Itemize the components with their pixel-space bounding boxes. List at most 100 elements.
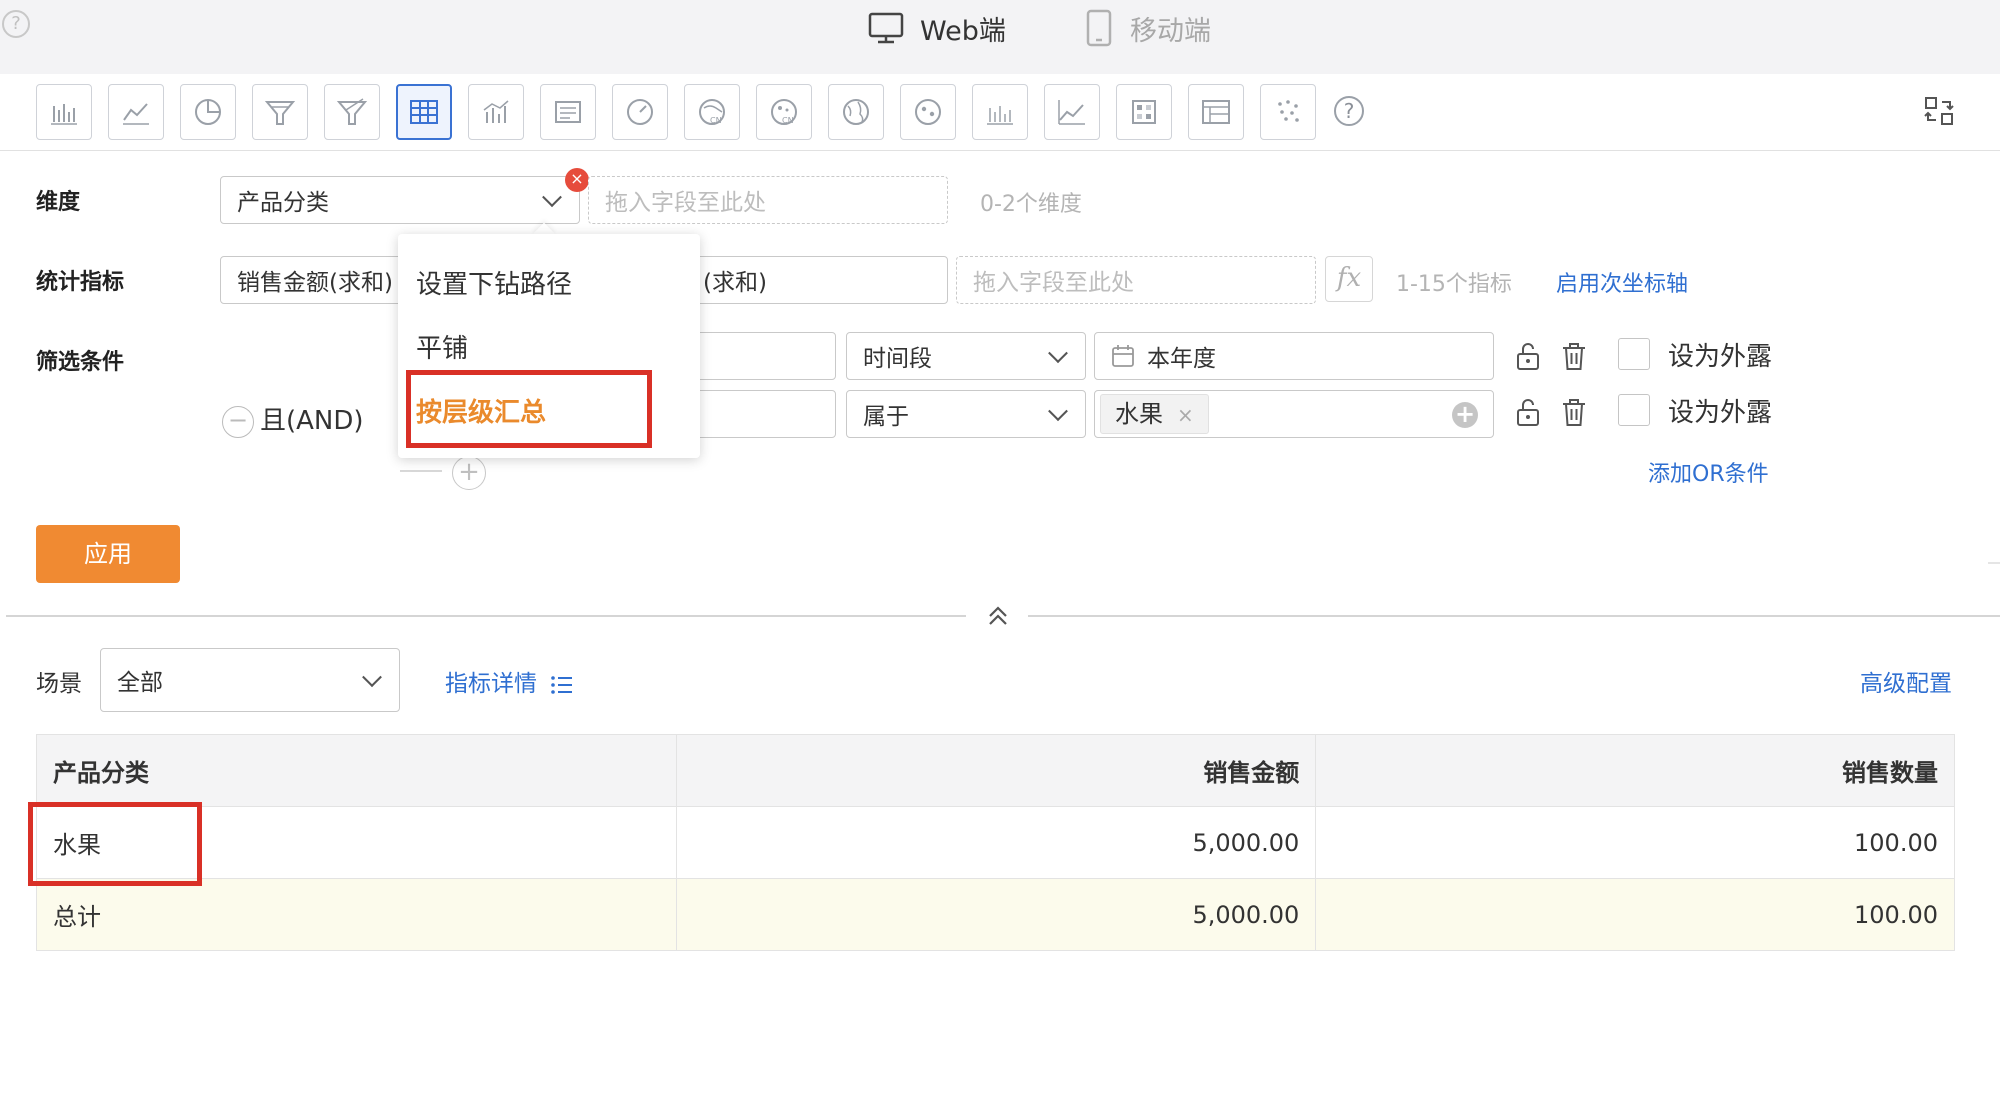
chart-type-button[interactable] [252, 84, 308, 140]
metrics-label: 统计指标 [36, 270, 125, 295]
expose-checkbox-2[interactable] [1618, 394, 1650, 426]
cell-sales-amount: 5,000.00 [675, 806, 1317, 879]
filter-tag-text: 水果 [1115, 400, 1163, 428]
apply-button[interactable]: 应用 [36, 525, 180, 583]
chart-type-button[interactable] [180, 84, 236, 140]
add-value-icon[interactable]: + [1452, 402, 1478, 428]
chart-type-button[interactable]: CN [684, 84, 740, 140]
add-or-condition-link[interactable]: 添加OR条件 [1648, 456, 1769, 488]
chart-type-button[interactable] [108, 84, 164, 140]
table-row: 水果 5,000.00 100.00 [36, 806, 1955, 879]
combo-chart-icon [483, 100, 509, 123]
trash-icon[interactable] [1558, 396, 1590, 428]
menu-item-drill-path[interactable]: 设置下钻路径 [416, 264, 572, 301]
filter-value-1[interactable]: 本年度 [1094, 332, 1494, 380]
data-table: 产品分类 销售金额 销售数量 水果 5,000.00 100.00 总计 5,0… [36, 734, 1955, 951]
dimension-dropdown-menu: 设置下钻路径 平铺 按层级汇总 [398, 234, 700, 458]
chevron-down-icon [1048, 401, 1068, 422]
header-sales-amount[interactable]: 销售金额 [675, 734, 1317, 807]
chart-type-button[interactable] [1260, 84, 1316, 140]
mobile-mode-tab[interactable]: 移动端 [1084, 8, 1211, 48]
total-sales-amount: 5,000.00 [675, 878, 1317, 951]
scene-label: 场景 [36, 671, 82, 697]
chart-type-button[interactable] [1188, 84, 1244, 140]
multi-funnel-chart-icon [336, 98, 368, 125]
chart-type-button[interactable] [468, 84, 524, 140]
indicator-details-link[interactable]: 指标详情 [445, 664, 574, 698]
chart-type-button[interactable] [612, 84, 668, 140]
expose-label-1: 设为外露 [1668, 342, 1773, 372]
remove-group-icon[interactable]: − [222, 406, 254, 438]
chevron-down-icon [362, 667, 382, 688]
chart-type-button[interactable] [900, 84, 956, 140]
header-category[interactable]: 产品分类 [36, 734, 677, 807]
logic-label: 且(AND) [260, 406, 364, 436]
funnel-chart-icon [264, 101, 296, 125]
mobile-icon [1086, 9, 1112, 47]
metric-second-value: (求和) [703, 270, 767, 296]
filter-value-text: 本年度 [1147, 346, 1216, 372]
advanced-config-link[interactable]: 高级配置 [1860, 664, 1952, 698]
metric-value: 销售金额(求和) [237, 270, 393, 296]
chart-type-button[interactable]: CN [756, 84, 812, 140]
dimension-hint: 0-2个维度 [980, 192, 1082, 217]
secondary-axis-link[interactable]: 启用次坐标轴 [1556, 266, 1688, 298]
chart-type-button[interactable] [1044, 84, 1100, 140]
header-sales-quantity[interactable]: 销售数量 [1315, 734, 1955, 807]
chevron-down-icon [1048, 343, 1068, 364]
formula-button[interactable]: fx [1325, 256, 1373, 302]
calendar-icon [1112, 345, 1134, 367]
switch-layout-icon[interactable] [1924, 96, 1954, 126]
filter-operator-1[interactable]: 时间段 [846, 332, 1086, 380]
pivot-table-icon [1202, 100, 1230, 124]
chart-type-button[interactable] [396, 84, 452, 140]
tag-close-icon[interactable]: × [1177, 403, 1194, 427]
chart-type-button[interactable] [1116, 84, 1172, 140]
chart-type-button[interactable] [828, 84, 884, 140]
expose-label-2: 设为外露 [1668, 398, 1773, 428]
web-mode-tab[interactable]: Web端 [868, 8, 1006, 48]
collapse-up-icon[interactable] [984, 602, 1012, 630]
metric-drop-zone[interactable]: 拖入字段至此处 [956, 256, 1316, 304]
china-bubble-map-icon: CN [771, 99, 797, 125]
unlock-icon[interactable] [1512, 340, 1544, 372]
help-icon[interactable]: ? [2, 10, 30, 38]
total-row: 总计 5,000.00 100.00 [36, 878, 1955, 951]
highlight-box-cell [28, 802, 202, 886]
chart-type-button[interactable] [324, 84, 380, 140]
bar-chart-icon [51, 104, 77, 125]
total-label: 总计 [36, 878, 677, 951]
gauge-icon [627, 99, 653, 125]
chart-type-button[interactable] [36, 84, 92, 140]
heatmap-icon [1132, 100, 1156, 124]
filter-tag: 水果 × [1100, 394, 1209, 434]
filter-operator-value: 属于 [863, 404, 909, 430]
expose-checkbox-1[interactable] [1618, 338, 1650, 370]
dimension-drop-zone[interactable]: 拖入字段至此处 [588, 176, 948, 224]
filter-operator-2[interactable]: 属于 [846, 390, 1086, 438]
world-map-icon [843, 99, 869, 125]
dimension-value: 产品分类 [237, 190, 329, 216]
metric-field-second[interactable]: (求和) [690, 256, 948, 304]
add-condition-icon[interactable]: + [452, 456, 486, 490]
chart-help-icon[interactable]: ? [1334, 96, 1364, 126]
unlock-icon[interactable] [1512, 396, 1544, 428]
filter-field-2[interactable] [690, 390, 836, 438]
dimension-field[interactable]: 产品分类 [220, 176, 580, 224]
china-map-icon: CN [699, 99, 725, 125]
total-sales-quantity: 100.00 [1315, 878, 1955, 951]
trash-icon[interactable] [1558, 340, 1590, 372]
desktop-icon [868, 12, 904, 44]
metric-field-sales-amount[interactable]: 销售金额(求和) [220, 256, 410, 304]
line-chart-icon [123, 103, 149, 125]
remove-dimension-icon[interactable]: × [565, 168, 589, 192]
scene-select[interactable]: 全部 [100, 648, 400, 712]
chart-type-button[interactable] [972, 84, 1028, 140]
menu-item-tile[interactable]: 平铺 [416, 328, 468, 365]
mobile-mode-label: 移动端 [1130, 15, 1211, 47]
metric-drop-placeholder: 拖入字段至此处 [973, 270, 1134, 296]
chart-type-button[interactable] [540, 84, 596, 140]
filters-label: 筛选条件 [36, 350, 125, 375]
card-icon [555, 101, 581, 123]
filter-field-1[interactable] [690, 332, 836, 380]
